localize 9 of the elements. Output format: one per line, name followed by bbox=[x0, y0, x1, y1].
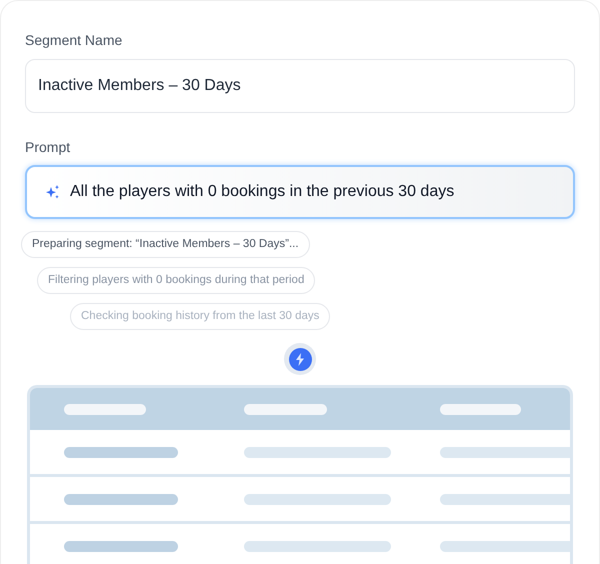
progress-step: Checking booking history from the last 30 days bbox=[70, 303, 330, 330]
field-label: Prompt bbox=[25, 138, 72, 157]
progress-step: Preparing segment: “Inactive Members – 30 Days”... bbox=[21, 231, 310, 258]
field-label: Segment Name bbox=[25, 31, 124, 50]
sparkle-icon bbox=[45, 184, 61, 200]
progress-step: Filtering players with 0 bookings during that period bbox=[37, 267, 316, 294]
segment-name-field[interactable]: Inactive Members – 30 Days bbox=[25, 59, 575, 113]
lightning-icon bbox=[284, 343, 316, 375]
prompt-field[interactable]: All the players with 0 bookings in the previous 30 days bbox=[25, 165, 575, 219]
